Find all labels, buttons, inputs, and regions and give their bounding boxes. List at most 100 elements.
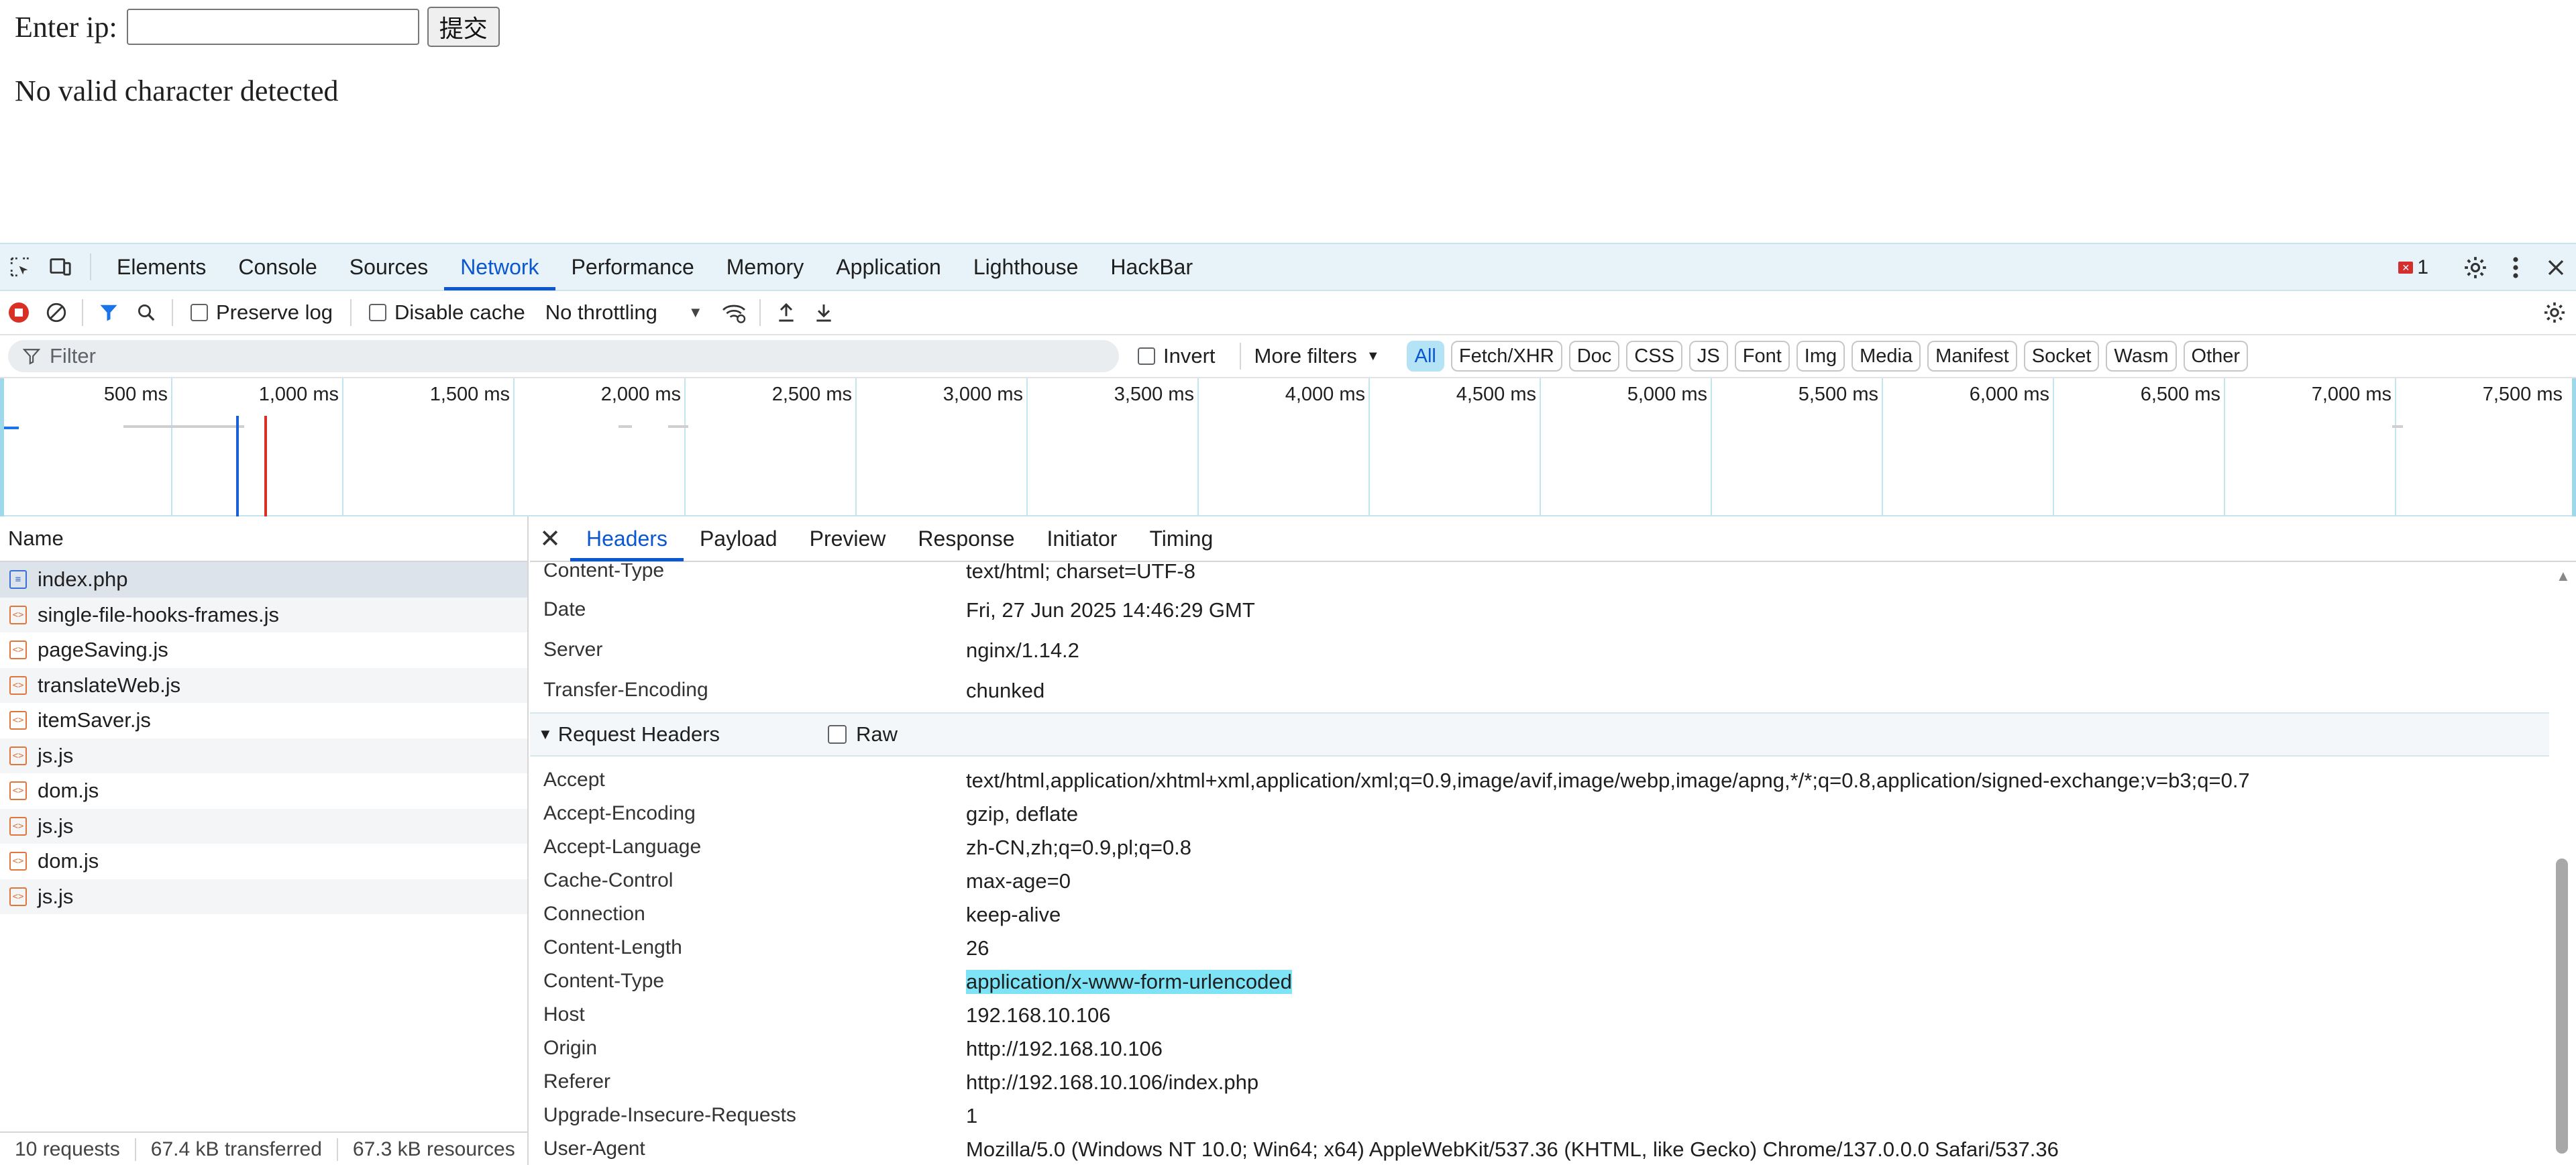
filter-chip-media[interactable]: Media [1851,341,1921,372]
disable-cache-checkbox[interactable]: Disable cache [369,300,525,325]
tab-initiator[interactable]: Initiator [1031,516,1134,561]
tab-memory[interactable]: Memory [710,243,820,290]
tab-timing[interactable]: Timing [1133,516,1229,561]
request-row[interactable]: <> js.js [0,879,527,914]
scroll-up-arrow-icon[interactable]: ▲ [2556,567,2571,585]
header-name: Content-Type [543,970,665,992]
filter-chip-img[interactable]: Img [1796,341,1845,372]
record-stop-icon[interactable] [0,290,38,335]
timeline-tick-label: 1,000 ms [258,384,339,405]
close-detail-icon[interactable]: ✕ [530,524,570,554]
filter-input[interactable]: Filter [8,340,1119,372]
filter-chip-js[interactable]: JS [1688,341,1728,372]
overview-right-handle[interactable] [2572,378,2576,516]
tab-elements[interactable]: Elements [101,243,222,290]
header-name: Connection [543,903,645,925]
filter-chip-wasm[interactable]: Wasm [2106,341,2177,372]
invert-checkbox[interactable]: Invert [1138,344,1216,368]
network-settings-gear-icon[interactable] [2536,290,2573,335]
tab-preview[interactable]: Preview [794,516,902,561]
clear-icon[interactable] [38,290,75,335]
network-conditions-icon[interactable] [715,290,753,335]
scrollbar-thumb[interactable] [2556,858,2568,1154]
timeline-tick-label: 5,000 ms [1627,384,1707,405]
filter-chip-css[interactable]: CSS [1626,341,1682,372]
filter-chip-socket[interactable]: Socket [2023,341,2100,372]
filter-chip-other[interactable]: Other [2183,341,2249,372]
filter-funnel-icon[interactable] [90,290,127,335]
header-value: http://192.168.10.106 [966,1037,1163,1060]
header-name: Origin [543,1037,598,1059]
export-har-icon[interactable] [805,290,843,335]
request-name: pageSaving.js [38,638,168,662]
header-value: Fri, 27 Jun 2025 14:46:29 GMT [966,598,1255,622]
request-name: js.js [38,814,74,838]
request-row[interactable]: <> js.js [0,738,527,773]
checkbox-box[interactable] [1138,347,1155,365]
tab-console[interactable]: Console [222,243,333,290]
throttling-select[interactable]: No throttling ▼ [545,300,703,325]
filter-chip-all[interactable]: All [1406,341,1444,372]
request-row[interactable]: <> pageSaving.js [0,632,527,668]
timeline-tick [1197,378,1199,516]
timeline-tick [2053,378,2054,516]
name-column-header[interactable]: Name [0,516,527,562]
more-filters-dropdown[interactable]: More filters ▼ [1254,344,1380,368]
close-devtools-icon[interactable] [2536,244,2576,291]
tab-headers[interactable]: Headers [570,516,684,561]
ip-form: Enter ip: 提交 [15,7,500,47]
request-row[interactable]: ≡ index.php [0,562,527,598]
tab-response[interactable]: Response [902,516,1030,561]
overview-bar [668,425,688,428]
settings-gear-icon[interactable] [2455,244,2496,291]
collapse-triangle-icon[interactable]: ▼ [538,726,553,743]
request-row[interactable]: <> js.js [0,808,527,844]
request-name: dom.js [38,849,99,873]
tab-lighthouse[interactable]: Lighthouse [957,243,1095,290]
tab-payload[interactable]: Payload [684,516,794,561]
request-row[interactable]: <> dom.js [0,773,527,809]
overview-left-handle[interactable] [0,378,4,516]
tab-performance[interactable]: Performance [555,243,710,290]
header-value: http://192.168.10.106/index.php [966,1070,1259,1094]
tab-network[interactable]: Network [444,243,555,290]
tab-hackbar[interactable]: HackBar [1094,243,1209,290]
headers-scrollbar[interactable]: ▲ [2549,563,2576,1165]
request-row[interactable]: <> itemSaver.js [0,703,527,738]
preserve-log-label: Preserve log [216,300,333,324]
timeline-tick [171,378,172,516]
request-name: itemSaver.js [38,708,151,732]
import-har-icon[interactable] [767,290,805,335]
device-toolbar-icon[interactable] [40,243,80,290]
request-row[interactable]: <> single-file-hooks-frames.js [0,597,527,632]
tab-sources[interactable]: Sources [333,243,444,290]
header-value: text/html; charset=UTF-8 [966,563,1195,583]
ip-input[interactable] [126,9,419,45]
search-icon[interactable] [127,290,165,335]
filter-chip-fetch-xhr[interactable]: Fetch/XHR [1450,341,1562,372]
checkbox-box[interactable] [191,304,208,321]
filter-chip-manifest[interactable]: Manifest [1927,341,2017,372]
more-options-icon[interactable] [2496,244,2536,291]
error-count-badge[interactable]: ✕ 1 [2398,256,2428,279]
inspect-element-icon[interactable] [0,243,40,290]
submit-button[interactable]: 提交 [427,7,500,47]
filter-chip-doc[interactable]: Doc [1568,341,1620,372]
more-filters-label: More filters [1254,344,1357,368]
raw-checkbox[interactable]: Raw [828,722,898,746]
header-name: Upgrade-Insecure-Requests [543,1104,796,1126]
headers-content[interactable]: Content-Type text/html; charset=UTF-8 Da… [530,563,2549,1165]
header-name: Referer [543,1070,611,1093]
request-row[interactable]: <> translateWeb.js [0,667,527,703]
request-row[interactable]: <> dom.js [0,844,527,879]
tab-application[interactable]: Application [820,243,957,290]
request-headers-section[interactable]: ▼ Request Headers Raw [530,712,2549,757]
checkbox-box[interactable] [828,725,847,744]
filter-chip-font[interactable]: Font [1734,341,1790,372]
script-icon: <> [9,641,27,660]
checkbox-box[interactable] [369,304,387,321]
timeline-tick-label: 6,000 ms [1969,384,2049,405]
network-overview-timeline[interactable]: 500 ms 1,000 ms 1,500 ms 2,000 ms 2,500 … [0,378,2576,516]
disable-cache-label: Disable cache [394,300,525,324]
preserve-log-checkbox[interactable]: Preserve log [191,300,333,325]
